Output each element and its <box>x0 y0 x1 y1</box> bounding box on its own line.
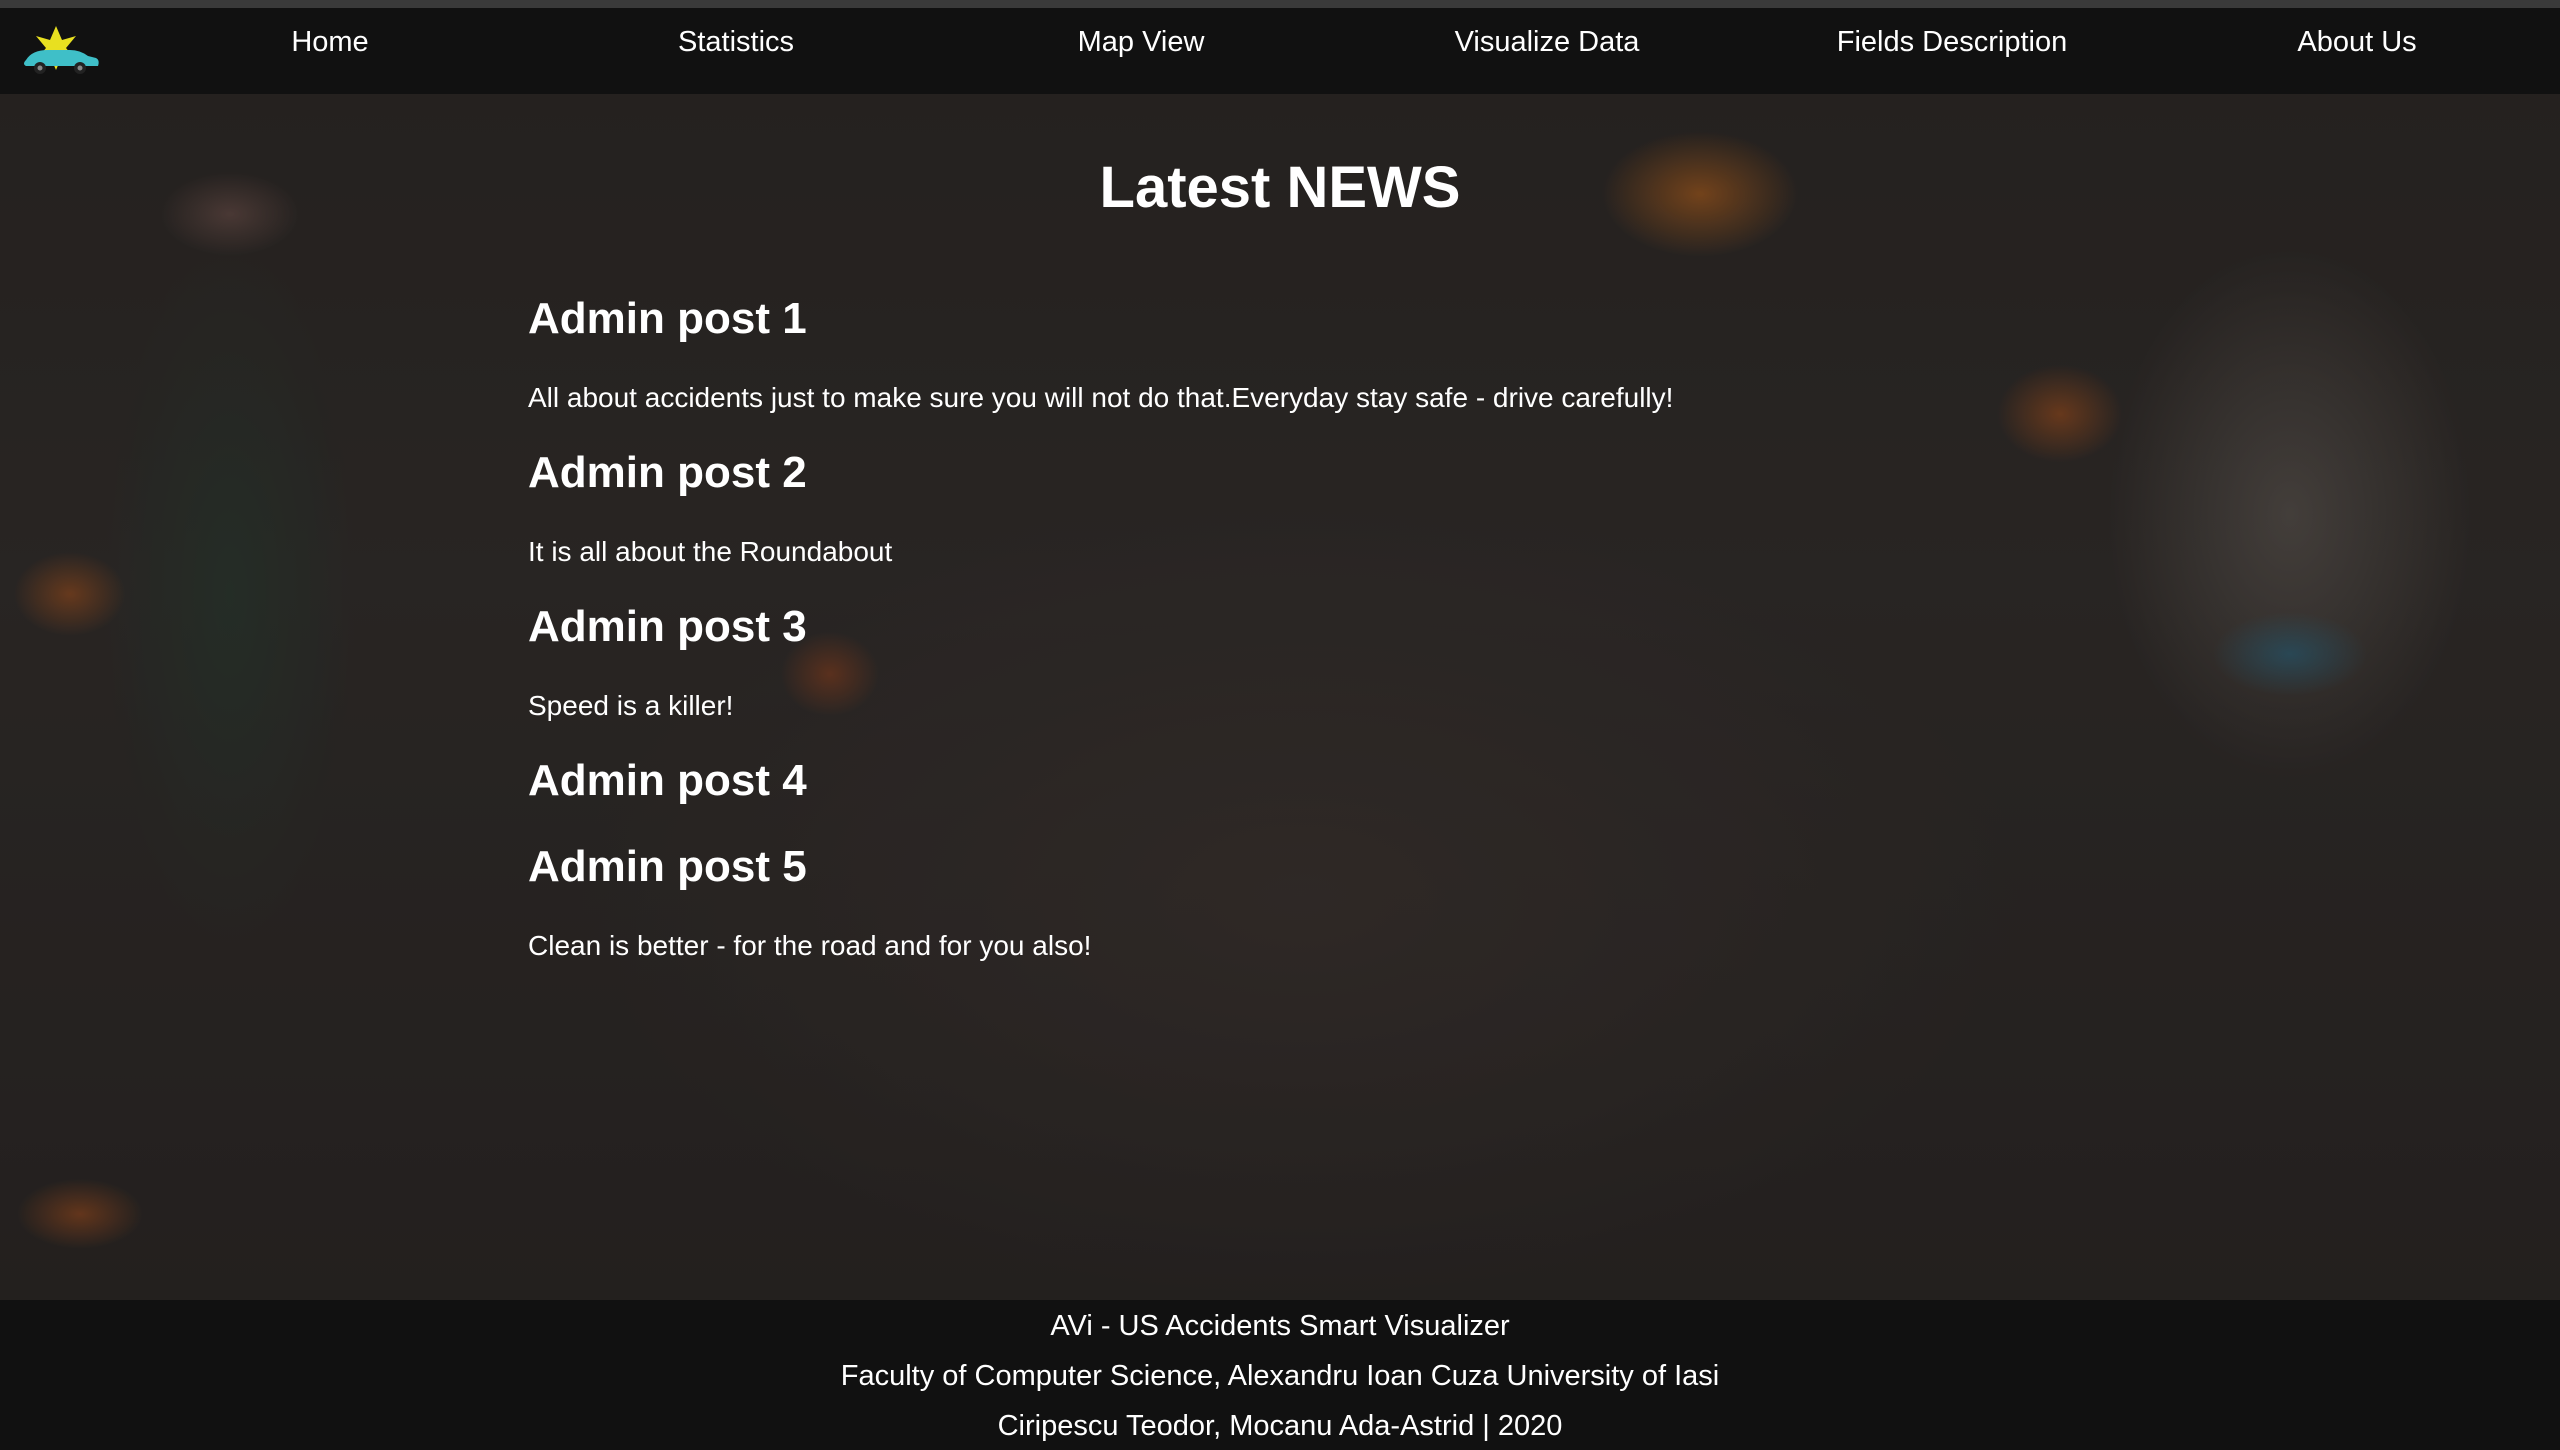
news-section: Latest NEWS Admin post 1 All about accid… <box>0 94 2560 1300</box>
post-text: Speed is a killer! <box>528 690 734 721</box>
nav-map-view[interactable]: Map View <box>1078 8 1205 94</box>
nav-about-us[interactable]: About Us <box>2297 8 2416 94</box>
nav-home[interactable]: Home <box>291 8 368 94</box>
post-title: Admin post 5 <box>528 842 807 891</box>
footer-authors: Ciripescu Teodor, Mocanu Ada-Astrid | 20… <box>997 1410 1563 1442</box>
post-title: Admin post 4 <box>528 756 807 805</box>
post-text: It is all about the Roundabout <box>528 536 893 567</box>
page-title: Latest NEWS <box>1099 155 1461 220</box>
top-border <box>0 0 2560 8</box>
nav-visualize-data[interactable]: Visualize Data <box>1455 8 1640 94</box>
car-star-logo-icon[interactable] <box>18 24 102 78</box>
post-title: Admin post 2 <box>528 448 807 497</box>
footer: AVi - US Accidents Smart Visualizer Facu… <box>0 1300 2560 1450</box>
nav-fields-description[interactable]: Fields Description <box>1837 8 2067 94</box>
post-title: Admin post 3 <box>528 602 807 651</box>
navbar: Home Statistics Map View Visualize Data … <box>0 8 2560 94</box>
footer-institution: Faculty of Computer Science, Alexandru I… <box>840 1360 1720 1392</box>
nav-statistics[interactable]: Statistics <box>678 8 794 94</box>
footer-app-name: AVi - US Accidents Smart Visualizer <box>1050 1310 1510 1342</box>
post-text: Clean is better - for the road and for y… <box>528 930 1092 961</box>
post-title: Admin post 1 <box>528 294 807 343</box>
post-text: All about accidents just to make sure yo… <box>528 382 1674 413</box>
